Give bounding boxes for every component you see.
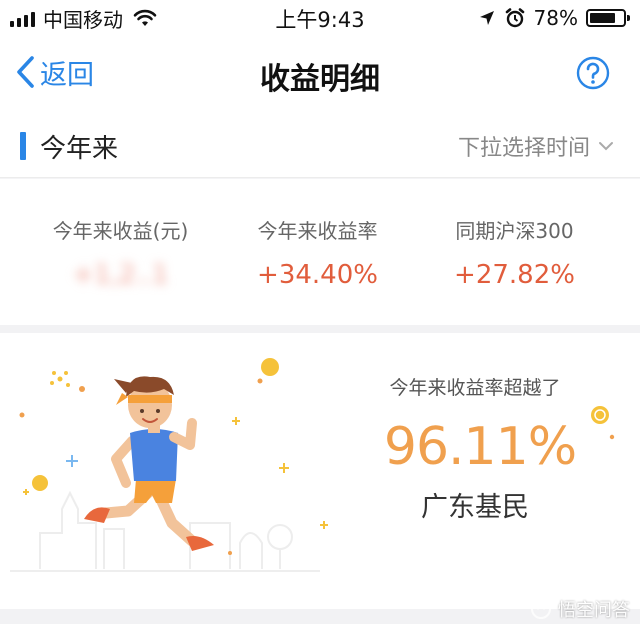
wukong-logo-icon [531,599,551,619]
beat-caption: 今年来收益率超越了 [389,377,561,399]
alarm-clock-icon [505,8,524,28]
time-range-label: 下拉选择时间 [457,136,590,161]
watermark-text: 悟空问答 [558,600,630,621]
stat-label: 同期沪深300 [455,219,574,243]
status-right: 78% [478,4,630,32]
status-bar: 中国移动 上午9:43 78% [0,0,640,36]
section-divider [0,325,640,333]
battery-icon [586,9,630,27]
section-title: 今年来 [40,134,119,164]
stat-label: 今年来收益(元) [52,219,189,243]
stat-csi300: 同期沪深300 +27.82% [408,215,621,290]
section-header: 今年来 下拉选择时间 [0,112,640,178]
stat-value: +34.40% [257,260,378,290]
runner-illustration [10,358,328,572]
section-accent-bar [20,132,26,160]
ranking-card: 今年来收益率超越了 96.11% 广东基民 [0,333,640,609]
stat-ytd-income: 今年来收益(元) +1,2..1 [14,215,227,290]
question-circle-icon[interactable] [576,56,610,90]
time-range-dropdown[interactable]: 下拉选择时间 [458,130,614,162]
stat-value: +27.82% [454,260,575,290]
page-title: 收益明细 [260,62,380,97]
beat-region: 广东基民 [421,492,529,523]
stat-value-obscured: +1,2..1 [72,260,169,290]
nav-bar: 返回 收益明细 [0,36,640,112]
location-arrow-icon [479,11,494,25]
watermark: 悟空问答 [530,596,630,622]
coin-icon [591,406,615,440]
chevron-down-icon [599,142,613,151]
battery-percentage: 78% [533,6,578,30]
beat-percentage: 96.11% [383,417,577,477]
stats-row: 今年来收益(元) +1,2..1 今年来收益率 +34.40% 同期沪深300 … [0,179,640,325]
stat-label: 今年来收益率 [257,219,378,243]
stat-ytd-return: 今年来收益率 +34.40% [211,215,424,290]
